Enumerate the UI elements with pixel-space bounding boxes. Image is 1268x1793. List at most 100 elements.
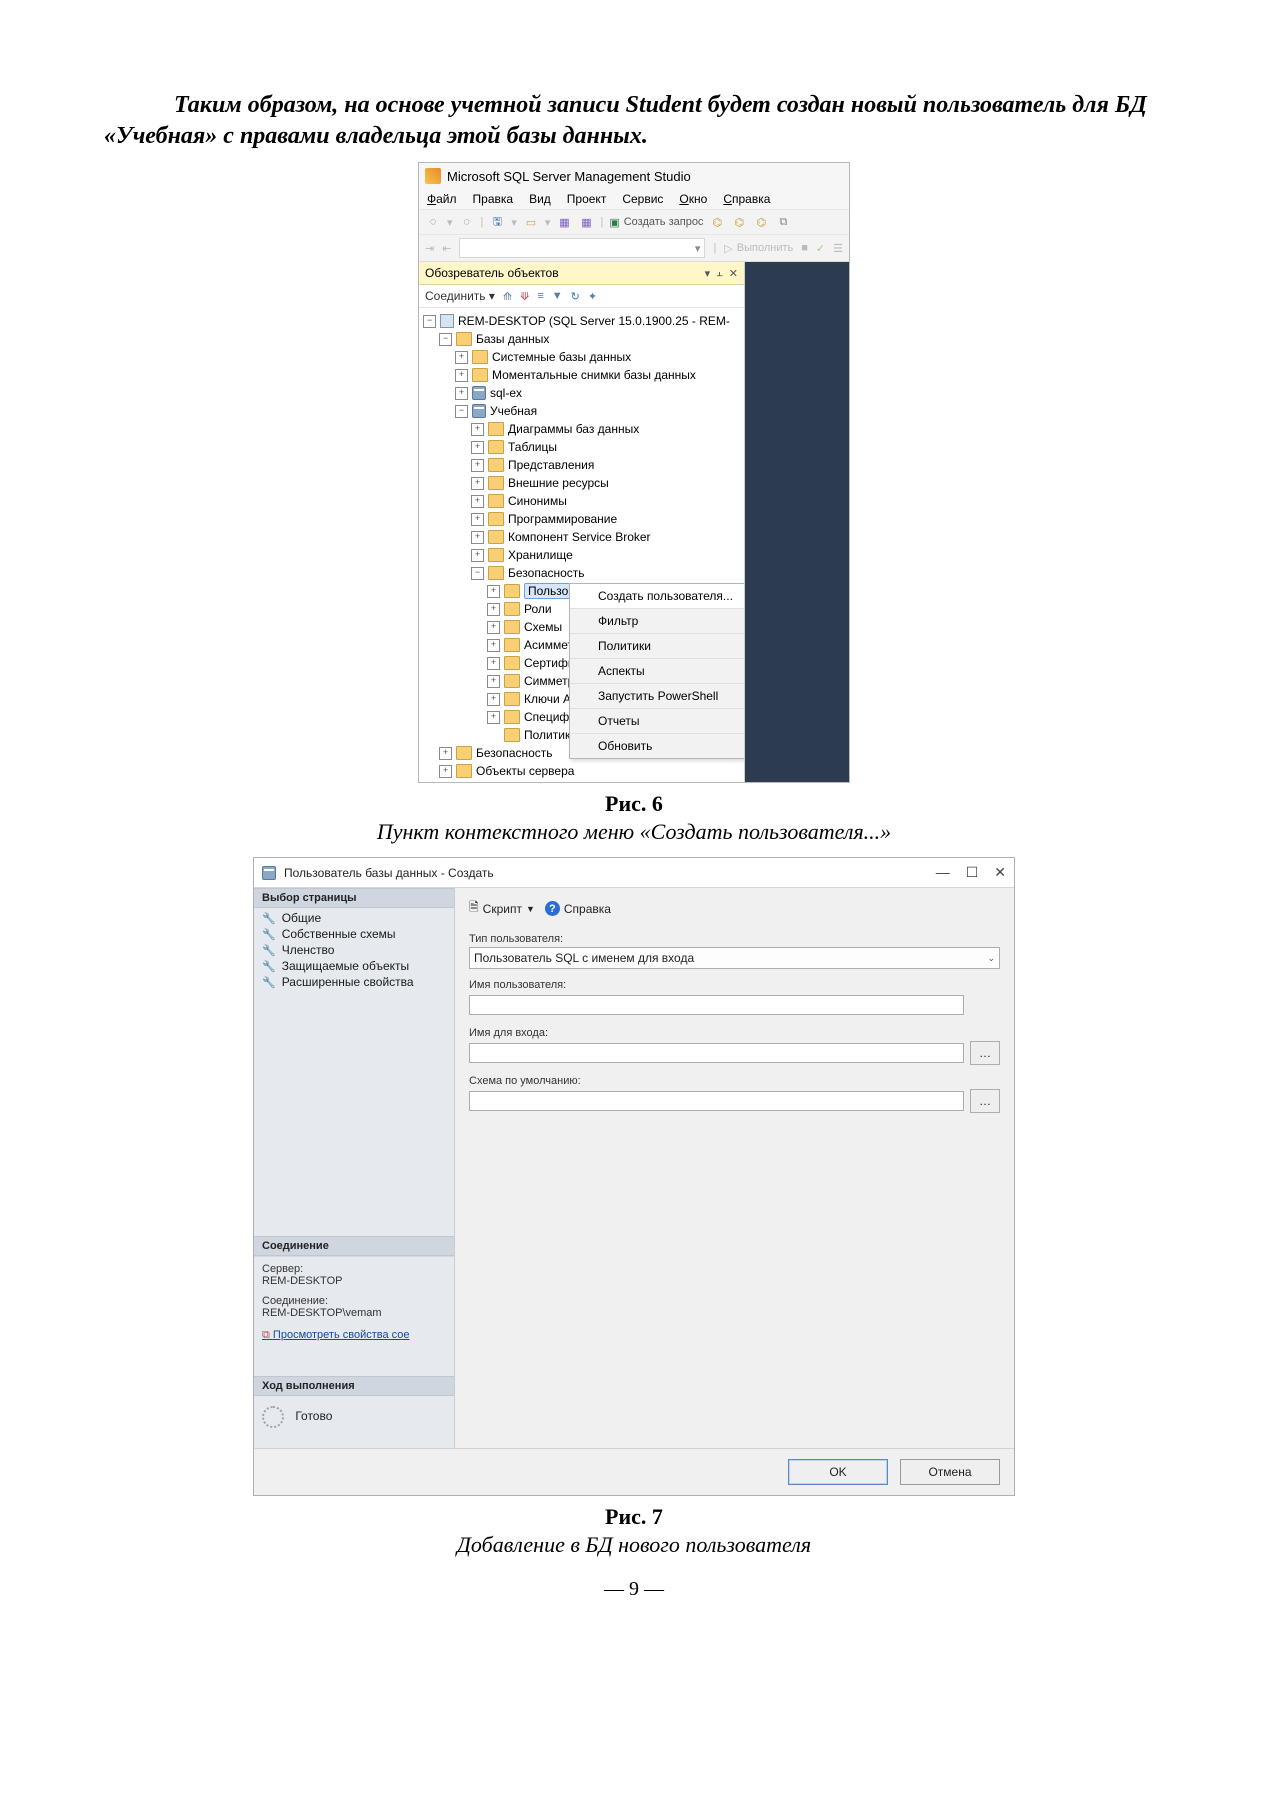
object-explorer-panel: Обозреватель объектов ▾ ⫠ ✕ Соединить ▾ …: [419, 262, 745, 782]
view-connection-link[interactable]: ⧉ Просмотреть свойства сое: [254, 1325, 454, 1346]
execute-button[interactable]: ▷ Выполнить: [724, 242, 793, 255]
close-panel-icon[interactable]: ✕: [729, 267, 738, 280]
tree-tables[interactable]: Таблицы: [508, 440, 557, 454]
menu-project[interactable]: Проект: [567, 192, 607, 206]
default-schema-input[interactable]: [469, 1091, 964, 1111]
open-icon[interactable]: ▭: [523, 214, 539, 230]
tree-security-srv[interactable]: Безопасность: [476, 746, 553, 760]
toolbar-extra3-icon[interactable]: ⌬: [753, 214, 769, 230]
save-icon[interactable]: 🖫: [489, 214, 505, 230]
server-label: Сервер:: [262, 1263, 446, 1275]
indent-icon[interactable]: ⇥: [425, 242, 434, 255]
tree-databases[interactable]: Базы данных: [476, 332, 549, 346]
connect-dropdown[interactable]: Соединить ▾: [425, 289, 495, 303]
save-all-icon[interactable]: ▦: [556, 214, 572, 230]
folder-icon: [504, 728, 520, 742]
tree-systemdb[interactable]: Системные базы данных: [492, 350, 631, 364]
ssms-toolbar-secondary: ⇥ ⇤ ▾ | ▷ Выполнить ■ ✓ ☰: [419, 235, 849, 262]
username-input[interactable]: [469, 995, 964, 1015]
tree-prog[interactable]: Программирование: [508, 512, 617, 526]
oe-refresh-icon[interactable]: ↻: [571, 290, 580, 303]
tree-uchebnaya[interactable]: Учебная: [490, 404, 537, 418]
wrench-icon: 🔧: [262, 944, 276, 957]
ctx-refresh[interactable]: Обновить: [570, 734, 744, 758]
stop-icon[interactable]: ■: [801, 242, 808, 254]
tree-snapshots[interactable]: Моментальные снимки базы данных: [492, 368, 696, 382]
conn-value: REM-DESKTOP\vemam: [262, 1307, 446, 1319]
oe-tool-4[interactable]: ▼: [552, 290, 563, 302]
outdent-icon[interactable]: ⇤: [442, 242, 451, 255]
folder-icon: [456, 764, 472, 778]
new-query-icon: ▣: [609, 216, 619, 229]
user-type-dropdown[interactable]: Пользователь SQL с именем для входа ⌄: [469, 947, 1000, 969]
login-browse-button[interactable]: …: [970, 1041, 1000, 1065]
ctx-reports[interactable]: Отчеты▶: [570, 709, 744, 734]
tree-broker[interactable]: Компонент Service Broker: [508, 530, 651, 544]
tree-server[interactable]: REM-DESKTOP (SQL Server 15.0.1900.25 - R…: [458, 314, 730, 328]
tree-schemas[interactable]: Схемы: [524, 620, 562, 634]
ctx-filter[interactable]: Фильтр▶: [570, 609, 744, 634]
side-item-owned-schemas[interactable]: 🔧Собственные схемы: [254, 926, 454, 942]
cancel-button[interactable]: Отмена: [900, 1459, 1000, 1485]
menu-help[interactable]: Справка: [723, 192, 770, 206]
side-connection-info: Сервер: REM-DESKTOP Соединение: REM-DESK…: [254, 1256, 454, 1325]
tree-synonyms[interactable]: Синонимы: [508, 494, 567, 508]
toolbar-extra4-icon[interactable]: ⧉: [775, 214, 791, 230]
tree-views[interactable]: Представления: [508, 458, 594, 472]
ok-button[interactable]: OK: [788, 1459, 888, 1485]
help-button[interactable]: ? Справка: [545, 901, 611, 916]
saveall2-icon[interactable]: ▦: [578, 214, 594, 230]
figure6-label: Рис. 6: [104, 791, 1164, 817]
dropdown-empty[interactable]: ▾: [459, 238, 705, 258]
script-button[interactable]: 🗎 Скрипт ▼: [469, 898, 535, 919]
toolbar-extra2-icon[interactable]: ⌬: [731, 214, 747, 230]
menu-edit[interactable]: Правка: [473, 192, 514, 206]
ctx-powershell[interactable]: Запустить PowerShell: [570, 684, 744, 709]
check-icon[interactable]: ✓: [816, 242, 825, 255]
nav-back-icon[interactable]: ◌: [425, 214, 441, 230]
ctx-new-user[interactable]: Создать пользователя...: [570, 584, 744, 609]
tree-storage[interactable]: Хранилище: [508, 548, 573, 562]
oe-tool-2[interactable]: ⟱: [520, 290, 529, 303]
tree-security-db[interactable]: Безопасность: [508, 566, 585, 580]
minimize-button[interactable]: —: [936, 864, 950, 881]
pin-icon[interactable]: ▾: [705, 267, 711, 280]
folder-icon: [504, 584, 520, 598]
maximize-button[interactable]: ☐: [966, 864, 979, 881]
folder-icon: [488, 494, 504, 508]
tree-extres[interactable]: Внешние ресурсы: [508, 476, 609, 490]
side-item-general[interactable]: 🔧Общие: [254, 910, 454, 926]
user-type-value: Пользователь SQL с именем для входа: [474, 951, 694, 965]
tree-roles[interactable]: Роли: [524, 602, 552, 616]
oe-tool-3[interactable]: ≡: [537, 290, 543, 302]
chevron-down-icon: ⌄: [987, 953, 995, 964]
side-item-securables[interactable]: 🔧Защищаемые объекты: [254, 958, 454, 974]
side-item-membership[interactable]: 🔧Членство: [254, 942, 454, 958]
db-icon[interactable]: ☰: [833, 242, 843, 255]
autohide-icon[interactable]: ⫠: [716, 267, 723, 280]
menu-tools[interactable]: Сервис: [622, 192, 663, 206]
tree-serverobj[interactable]: Объекты сервера: [476, 764, 574, 778]
menu-file[interactable]: Файл: [427, 192, 457, 206]
oe-title: Обозреватель объектов: [425, 266, 559, 280]
nav-fwd-icon[interactable]: ◌: [459, 214, 475, 230]
menu-view[interactable]: Вид: [529, 192, 551, 206]
ctx-policies[interactable]: Политики▶: [570, 634, 744, 659]
toolbar-extra1-icon[interactable]: ⌬: [709, 214, 725, 230]
dialog-titlebar: Пользователь базы данных - Создать — ☐ ✕: [254, 858, 1014, 888]
schema-browse-button[interactable]: …: [970, 1089, 1000, 1113]
folder-icon: [504, 710, 520, 724]
toolbar-newquery-button[interactable]: ▣ Создать запрос: [609, 216, 703, 229]
close-button[interactable]: ✕: [994, 864, 1006, 881]
paragraph-lead: Таким образом, на основе учетной записи …: [104, 90, 1164, 152]
object-explorer-tree[interactable]: −REM-DESKTOP (SQL Server 15.0.1900.25 - …: [419, 308, 744, 782]
conn-label: Соединение:: [262, 1295, 446, 1307]
tree-sqlex[interactable]: sql-ex: [490, 386, 522, 400]
side-item-extprops[interactable]: 🔧Расширенные свойства: [254, 974, 454, 990]
oe-tool-1[interactable]: ⟰: [503, 290, 512, 303]
login-input[interactable]: [469, 1043, 964, 1063]
menu-window[interactable]: Окно: [679, 192, 707, 206]
tree-diagrams[interactable]: Диаграммы баз данных: [508, 422, 639, 436]
ctx-facets[interactable]: Аспекты: [570, 659, 744, 684]
oe-tool-5[interactable]: ✦: [588, 290, 597, 303]
